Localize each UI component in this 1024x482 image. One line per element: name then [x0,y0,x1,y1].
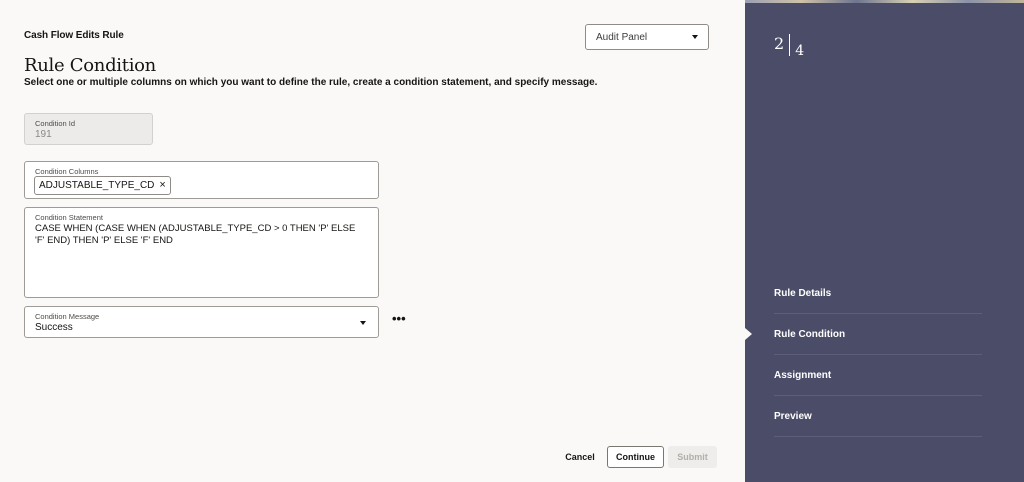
column-chip-label: ADJUSTABLE_TYPE_CD [39,180,155,191]
audit-panel-select[interactable]: Audit Panel [585,24,709,50]
train-step-label: Assignment [774,369,832,381]
step-divider [789,34,791,56]
more-options-icon[interactable]: ••• [392,311,406,326]
step-counter: 2 4 [774,34,804,59]
page-subtitle: Select one or multiple columns on which … [24,77,598,88]
train-steps: Rule Details Rule Condition Assignment P… [774,273,982,437]
audit-panel-value: Audit Panel [596,31,648,43]
panel-decorative-strip [745,0,1024,3]
cancel-button[interactable]: Cancel [560,449,600,465]
condition-statement-text[interactable]: CASE WHEN (CASE WHEN (ADJUSTABLE_TYPE_CD… [35,223,365,247]
breadcrumb: Cash Flow Edits Rule [24,30,124,41]
condition-id-label: Condition Id [35,119,76,128]
condition-id-value: 191 [35,129,52,140]
column-chip: ADJUSTABLE_TYPE_CD × [34,176,171,195]
page-title: Rule Condition [24,55,156,76]
chevron-down-icon [360,321,366,325]
train-step-assignment[interactable]: Assignment [774,355,982,396]
train-step-label: Rule Condition [774,328,846,340]
train-panel: 2 4 Rule Details Rule Condition Assignme… [745,0,1024,482]
step-current: 2 [774,34,785,53]
submit-button[interactable]: Submit [668,446,717,468]
condition-columns-field[interactable]: Condition Columns ADJUSTABLE_TYPE_CD × [24,161,379,199]
condition-id-field: Condition Id 191 [24,113,153,145]
active-step-pointer-icon [745,328,752,340]
continue-button[interactable]: Continue [607,446,664,468]
step-total: 4 [795,43,805,59]
condition-message-value: Success [35,322,73,333]
condition-message-label: Condition Message [35,312,100,321]
main-content: Cash Flow Edits Rule Rule Condition Sele… [0,0,745,482]
train-step-rule-condition[interactable]: Rule Condition [774,314,982,355]
train-step-label: Preview [774,410,812,422]
condition-statement-field[interactable]: Condition Statement CASE WHEN (CASE WHEN… [24,207,379,298]
train-step-label: Rule Details [774,287,832,299]
condition-columns-label: Condition Columns [35,167,99,176]
train-step-rule-details[interactable]: Rule Details [774,273,982,314]
condition-message-select[interactable]: Condition Message Success [24,306,379,338]
close-icon[interactable]: × [159,180,165,191]
train-step-preview[interactable]: Preview [774,396,982,437]
chevron-down-icon [692,35,698,39]
condition-statement-label: Condition Statement [35,213,103,222]
